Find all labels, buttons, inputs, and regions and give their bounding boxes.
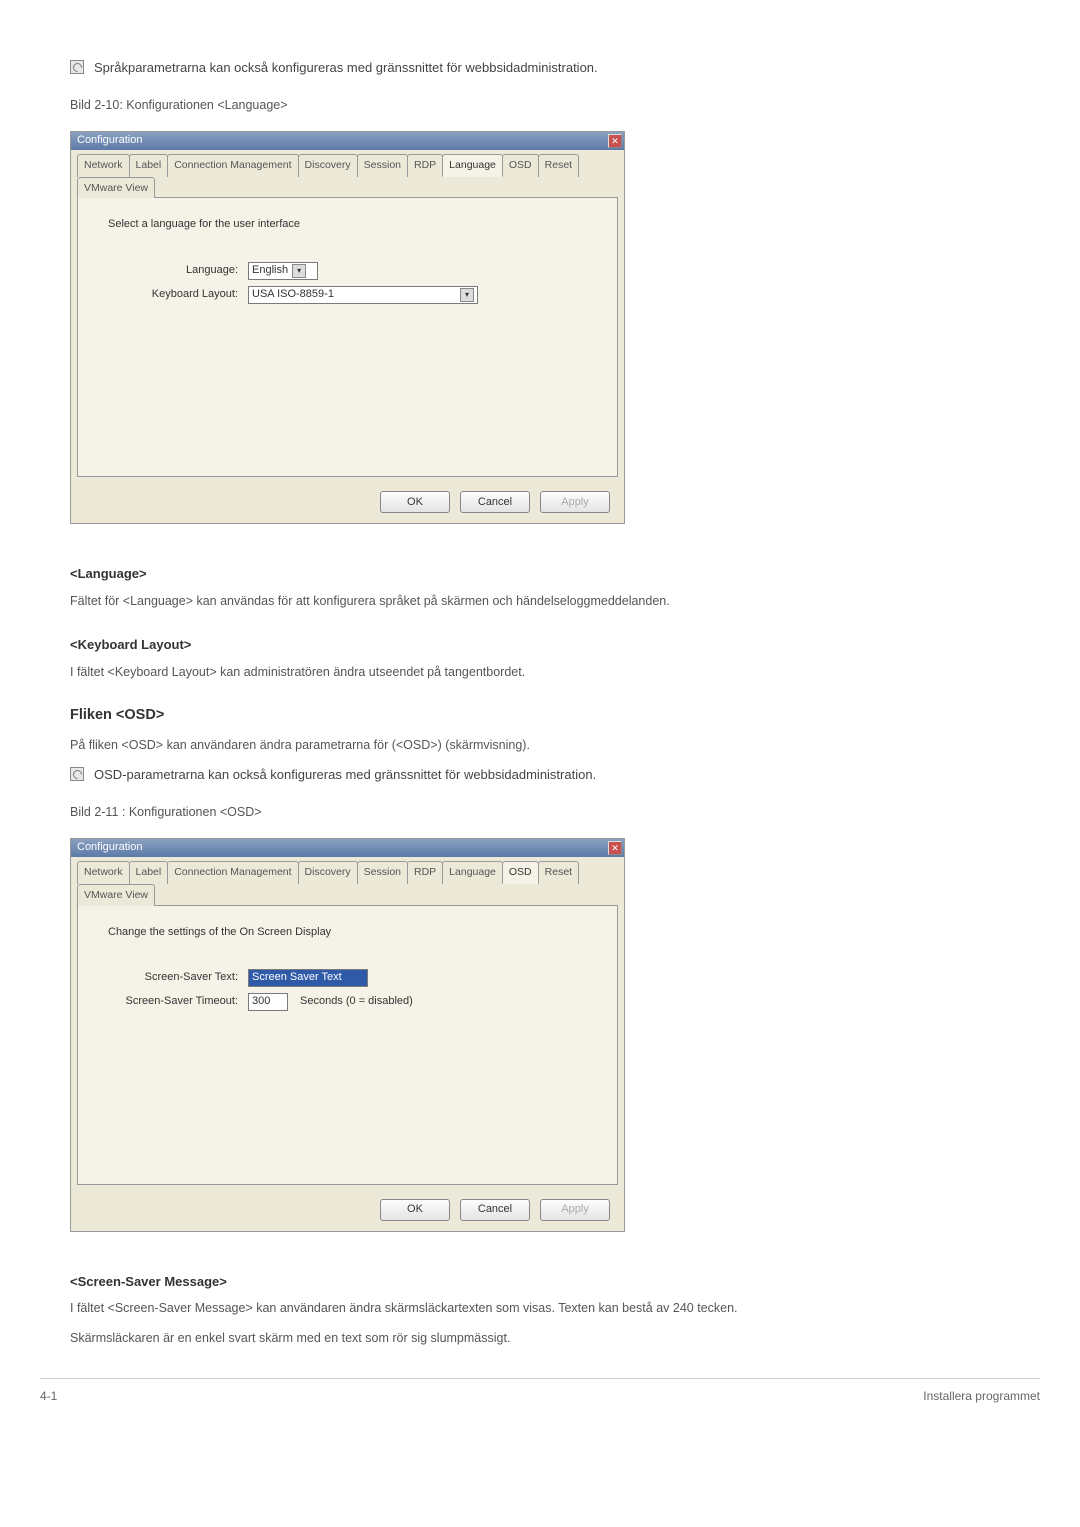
- saver-section-text-1: I fältet <Screen-Saver Message> kan anvä…: [70, 1298, 1040, 1318]
- keyboard-select-value: USA ISO-8859-1: [252, 286, 334, 304]
- ok-button[interactable]: OK: [380, 491, 450, 513]
- tab-rdp[interactable]: RDP: [407, 154, 443, 177]
- keyboard-label: Keyboard Layout:: [108, 286, 238, 304]
- tab-session[interactable]: Session: [357, 861, 408, 884]
- tab-language[interactable]: Language: [442, 154, 503, 177]
- dialog-title: Configuration: [77, 132, 142, 150]
- saver-timeout-value: 300: [252, 993, 270, 1011]
- tab-rdp[interactable]: RDP: [407, 861, 443, 884]
- page-number: 4-1: [40, 1387, 57, 1406]
- keyboard-select[interactable]: USA ISO-8859-1 ▾: [248, 286, 478, 304]
- close-icon[interactable]: ✕: [608, 134, 622, 148]
- apply-button[interactable]: Apply: [540, 1199, 610, 1221]
- note-row: OSD-parametrarna kan också konfigureras …: [70, 765, 1040, 786]
- saver-timeout-row: Screen-Saver Timeout: 300 Seconds (0 = d…: [108, 993, 587, 1011]
- saver-text-label: Screen-Saver Text:: [108, 969, 238, 987]
- footer-section-title: Installera programmet: [923, 1387, 1040, 1406]
- figure-caption-2: Bild 2-11 : Konfigurationen <OSD>: [70, 802, 1040, 822]
- tab-discovery[interactable]: Discovery: [298, 861, 358, 884]
- saver-timeout-input[interactable]: 300: [248, 993, 288, 1011]
- language-section-heading: <Language>: [70, 564, 1040, 585]
- language-row: Language: English ▾: [108, 262, 587, 280]
- tab-discovery[interactable]: Discovery: [298, 154, 358, 177]
- osd-tab-text: På fliken <OSD> kan användaren ändra par…: [70, 735, 1040, 755]
- language-label: Language:: [108, 262, 238, 280]
- keyboard-section-text: I fältet <Keyboard Layout> kan administr…: [70, 662, 1040, 682]
- configuration-dialog-language: Configuration ✕ Network Label Connection…: [70, 131, 625, 525]
- cancel-button[interactable]: Cancel: [460, 491, 530, 513]
- tab-row: Network Label Connection Management Disc…: [71, 857, 624, 906]
- saver-text-value: Screen Saver Text: [252, 969, 342, 987]
- saver-timeout-suffix: Seconds (0 = disabled): [300, 993, 413, 1011]
- saver-timeout-label: Screen-Saver Timeout:: [108, 993, 238, 1011]
- dialog-title: Configuration: [77, 839, 142, 857]
- tab-label[interactable]: Label: [129, 154, 169, 177]
- dialog-titlebar: Configuration ✕: [71, 839, 624, 857]
- ok-button[interactable]: OK: [380, 1199, 450, 1221]
- note-icon: [70, 60, 84, 74]
- page-footer: 4-1 Installera programmet: [40, 1378, 1040, 1406]
- tab-vmware-view[interactable]: VMware View: [77, 884, 155, 906]
- language-section-text: Fältet för <Language> kan användas för a…: [70, 591, 1040, 611]
- language-select[interactable]: English ▾: [248, 262, 318, 280]
- saver-text-row: Screen-Saver Text: Screen Saver Text: [108, 969, 587, 987]
- tab-osd[interactable]: OSD: [502, 154, 539, 177]
- saver-section-heading: <Screen-Saver Message>: [70, 1272, 1040, 1293]
- keyboard-row: Keyboard Layout: USA ISO-8859-1 ▾: [108, 286, 587, 304]
- tab-panel-language: Select a language for the user interface…: [77, 197, 618, 477]
- dialog-titlebar: Configuration ✕: [71, 132, 624, 150]
- note-text: OSD-parametrarna kan också konfigureras …: [94, 765, 596, 786]
- saver-section-text-2: Skärmsläckaren är en enkel svart skärm m…: [70, 1328, 1040, 1348]
- panel-intro: Change the settings of the On Screen Dis…: [108, 924, 587, 942]
- note-text: Språkparametrarna kan också konfigureras…: [94, 58, 598, 79]
- tab-vmware-view[interactable]: VMware View: [77, 177, 155, 199]
- tab-osd[interactable]: OSD: [502, 861, 539, 884]
- dialog-buttons: OK Cancel Apply: [71, 1191, 624, 1231]
- chevron-down-icon: ▾: [292, 264, 306, 278]
- tab-panel-osd: Change the settings of the On Screen Dis…: [77, 905, 618, 1185]
- note-icon: [70, 767, 84, 781]
- figure-caption-1: Bild 2-10: Konfigurationen <Language>: [70, 95, 1040, 115]
- apply-button[interactable]: Apply: [540, 491, 610, 513]
- tab-session[interactable]: Session: [357, 154, 408, 177]
- tab-network[interactable]: Network: [77, 861, 130, 884]
- tab-connection-management[interactable]: Connection Management: [167, 154, 298, 177]
- tab-reset[interactable]: Reset: [538, 154, 579, 177]
- panel-intro: Select a language for the user interface: [108, 216, 587, 234]
- tab-reset[interactable]: Reset: [538, 861, 579, 884]
- configuration-dialog-osd: Configuration ✕ Network Label Connection…: [70, 838, 625, 1232]
- cancel-button[interactable]: Cancel: [460, 1199, 530, 1221]
- chevron-down-icon: ▾: [460, 288, 474, 302]
- tab-label[interactable]: Label: [129, 861, 169, 884]
- dialog-buttons: OK Cancel Apply: [71, 483, 624, 523]
- osd-tab-heading: Fliken <OSD>: [70, 704, 1040, 727]
- tab-network[interactable]: Network: [77, 154, 130, 177]
- note-row: Språkparametrarna kan också konfigureras…: [70, 58, 1040, 79]
- tab-connection-management[interactable]: Connection Management: [167, 861, 298, 884]
- close-icon[interactable]: ✕: [608, 841, 622, 855]
- keyboard-section-heading: <Keyboard Layout>: [70, 635, 1040, 656]
- tab-row: Network Label Connection Management Disc…: [71, 150, 624, 199]
- saver-text-input[interactable]: Screen Saver Text: [248, 969, 368, 987]
- tab-language[interactable]: Language: [442, 861, 503, 884]
- language-select-value: English: [252, 262, 288, 280]
